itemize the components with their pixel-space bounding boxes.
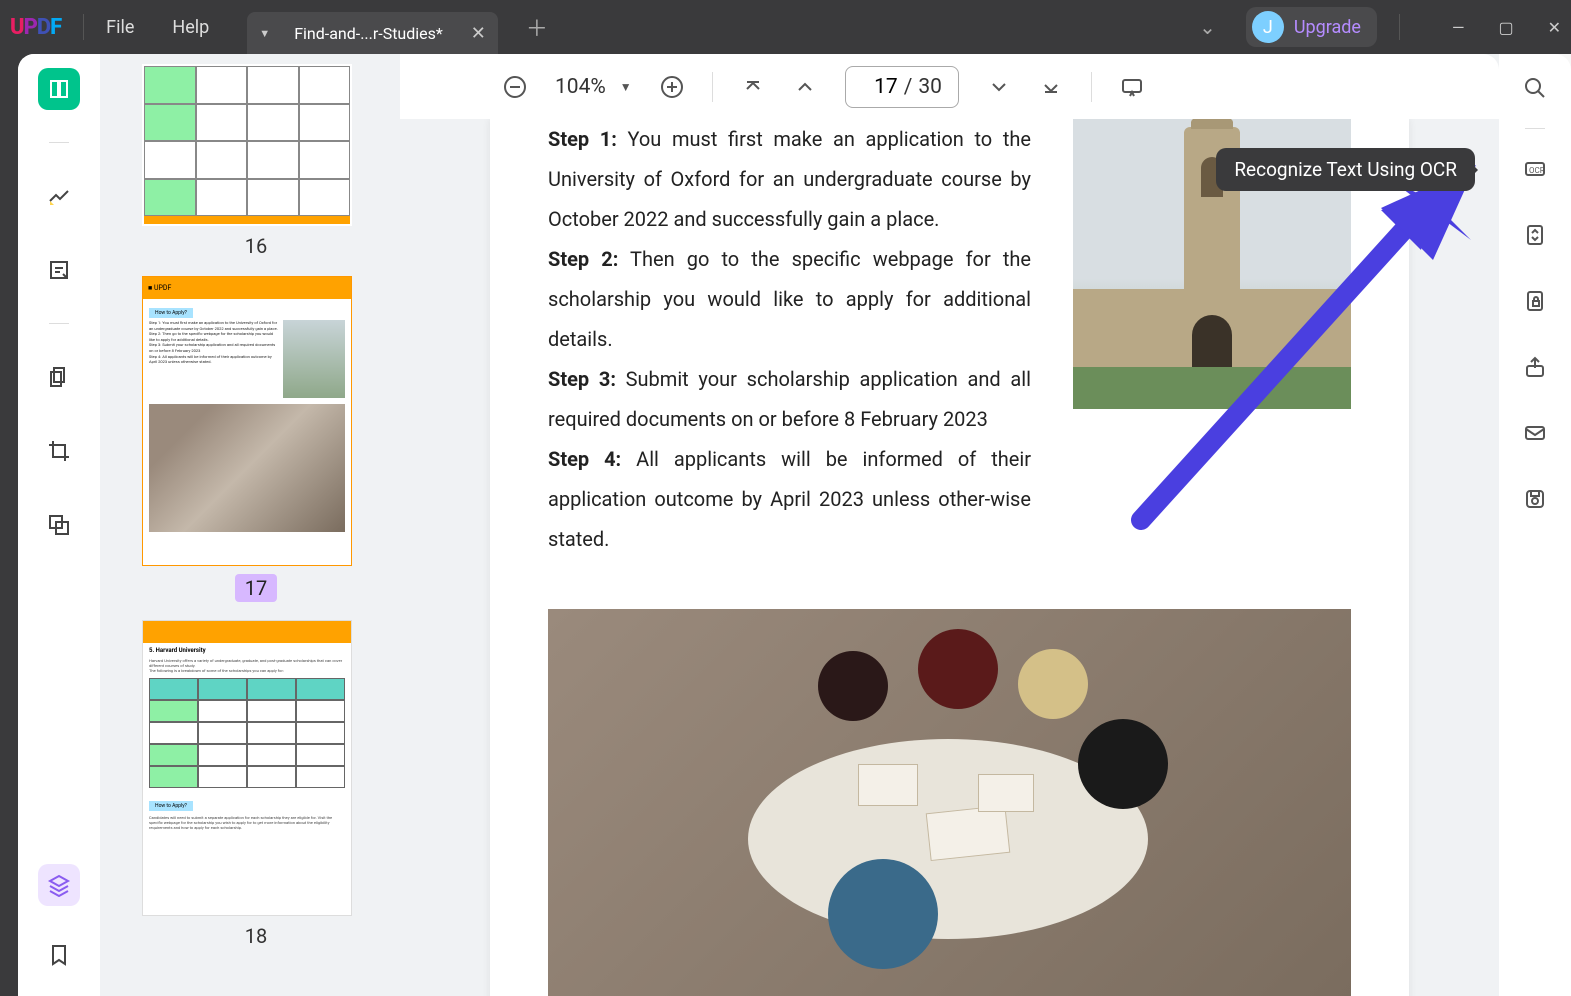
share-icon[interactable] [1517, 349, 1553, 385]
presentation-icon[interactable] [1120, 75, 1144, 99]
protect-icon[interactable] [1517, 283, 1553, 319]
search-icon[interactable] [1517, 70, 1553, 106]
new-tab-button[interactable]: ＋ [526, 11, 548, 43]
watermark-icon[interactable] [38, 504, 80, 546]
thumbnail-panel: 16 ■ UPDF How to Apply? Step 1: You must… [100, 54, 400, 996]
zoom-in-icon[interactable] [660, 75, 684, 99]
user-avatar: J [1252, 11, 1284, 43]
zoom-level: 104% [555, 75, 606, 99]
email-icon[interactable] [1517, 415, 1553, 451]
next-page-icon[interactable] [987, 75, 1011, 99]
upgrade-button[interactable]: J Upgrade [1246, 7, 1377, 47]
bookmark-icon[interactable] [38, 934, 80, 976]
page-total: 30 [918, 75, 942, 99]
reader-mode-icon[interactable] [38, 68, 80, 110]
save-icon[interactable] [1517, 481, 1553, 517]
document-text: Step 1: You must first make an applicati… [548, 119, 1031, 559]
document-image-students [548, 609, 1351, 996]
document-tab[interactable]: ▼ Find-and-...r-Studies* ✕ [247, 12, 498, 54]
thumbnail-label: 18 [142, 924, 370, 948]
window-maximize-icon[interactable]: ▢ [1498, 18, 1513, 37]
menu-help[interactable]: Help [172, 17, 209, 38]
copy-pages-icon[interactable] [38, 356, 80, 398]
right-toolbar: OCR [1499, 54, 1571, 996]
thumbnail-label: 17 [235, 574, 277, 602]
window-close-icon[interactable]: ✕ [1548, 18, 1561, 37]
tab-dropdown-icon[interactable]: ▼ [259, 27, 270, 40]
viewer-toolbar: 104% ▼ / 30 [400, 54, 1499, 119]
convert-icon[interactable] [1517, 217, 1553, 253]
tab-close-icon[interactable]: ✕ [471, 23, 486, 44]
edit-text-icon[interactable] [38, 249, 80, 291]
thumbnail-16[interactable]: 16 [142, 64, 370, 258]
app-logo: UPDF [10, 15, 61, 40]
svg-text:OCR: OCR [1529, 166, 1545, 175]
first-page-icon[interactable] [741, 75, 765, 99]
page-indicator: / 30 [845, 66, 959, 108]
thumbnail-18[interactable]: 5. Harvard University Harvard University… [142, 620, 370, 948]
left-toolbar [18, 54, 100, 996]
window-minimize-icon[interactable]: — [1452, 18, 1465, 37]
menu-file[interactable]: File [106, 17, 134, 38]
tab-title: Find-and-...r-Studies* [294, 24, 443, 43]
tabs-overflow-icon[interactable]: ⌄ [1199, 15, 1216, 39]
ocr-tooltip: Recognize Text Using OCR [1216, 148, 1475, 191]
highlighter-icon[interactable] [38, 175, 80, 217]
thumbnail-label: 16 [142, 234, 370, 258]
ocr-icon[interactable]: OCR [1517, 151, 1553, 187]
prev-page-icon[interactable] [793, 75, 817, 99]
zoom-dropdown-icon[interactable]: ▼ [620, 80, 632, 94]
crop-icon[interactable] [38, 430, 80, 472]
page-input[interactable] [862, 75, 898, 99]
thumbnail-17[interactable]: ■ UPDF How to Apply? Step 1: You must fi… [142, 276, 370, 602]
title-bar: UPDF File Help ▼ Find-and-...r-Studies* … [0, 0, 1571, 54]
last-page-icon[interactable] [1039, 75, 1063, 99]
upgrade-label: Upgrade [1294, 17, 1361, 38]
layers-icon[interactable] [38, 864, 80, 906]
zoom-out-icon[interactable] [503, 75, 527, 99]
